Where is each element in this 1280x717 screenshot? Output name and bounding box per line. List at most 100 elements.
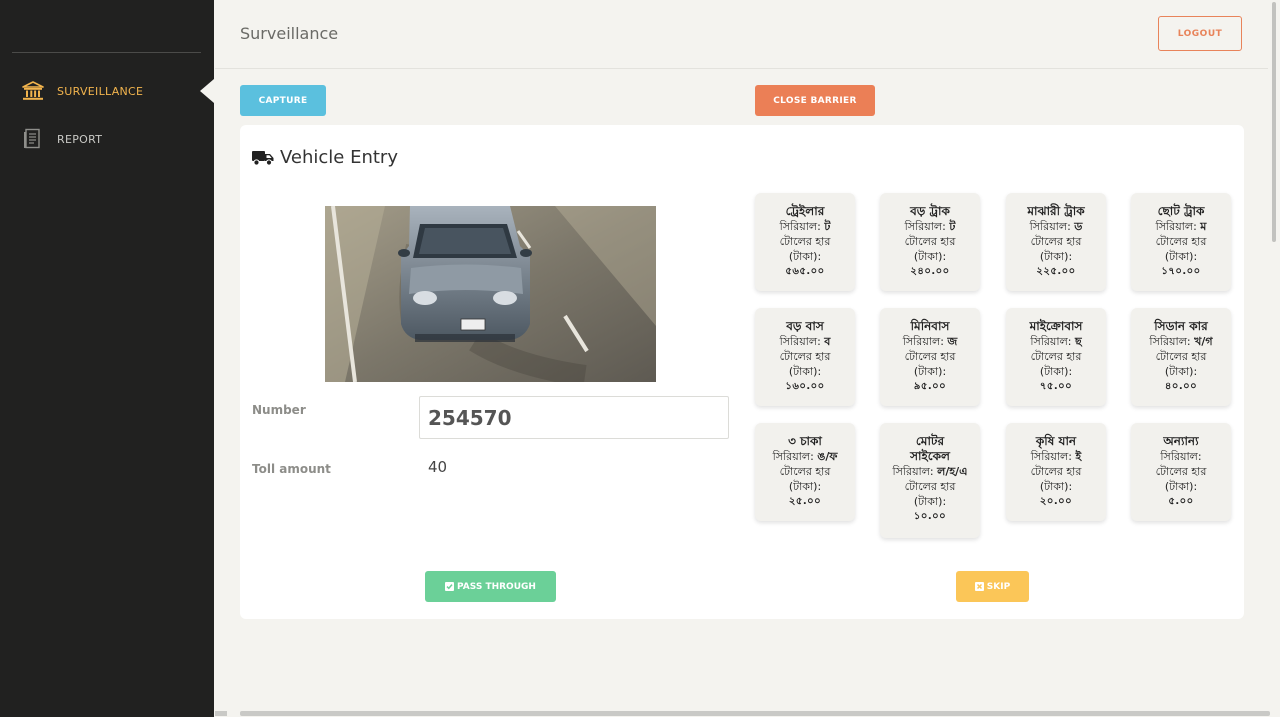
- rate-unit: (টাকা):: [1164, 250, 1198, 263]
- rate-label: টোলের হার: [779, 235, 831, 248]
- sidebar-item-surveillance[interactable]: SURVEILLANCE: [22, 80, 143, 102]
- rate-unit: (টাকা):: [913, 365, 947, 378]
- close-barrier-button[interactable]: CLOSE BARRIER: [755, 85, 875, 116]
- rate-label: টোলের হার: [779, 465, 831, 478]
- check-square-icon: [445, 582, 455, 591]
- vehicle-type-tile[interactable]: মাইক্রোবাস সিরিয়াল: ছ টোলের হার (টাকা):…: [1006, 308, 1106, 406]
- rate-amount: ২৪০.০০: [910, 266, 950, 277]
- rate-unit: (টাকা):: [913, 495, 947, 508]
- serial-code: ছ: [1075, 335, 1082, 348]
- vehicle-type-serial: সিরিয়াল: ল/হ/এ: [880, 464, 980, 479]
- vehicle-type-name: অন্যান্য: [1163, 434, 1199, 448]
- vehicle-type-tile[interactable]: বড় ট্রাক সিরিয়াল: ট টোলের হার (টাকা): …: [880, 193, 980, 291]
- toll-amount-label: Toll amount: [252, 462, 331, 476]
- close-square-icon: [974, 582, 984, 591]
- rate-amount: ৯৫.০০: [913, 381, 947, 392]
- skip-label: SKIP: [986, 581, 1011, 592]
- rate-amount: ৫৬৫.০০: [785, 266, 825, 277]
- vehicle-type-name: মাইক্রোবাস: [1029, 319, 1083, 333]
- rate-unit: (টাকা):: [788, 480, 822, 493]
- rate-label: টোলের হার: [904, 480, 956, 493]
- serial-prefix: সিরিয়াল:: [1030, 450, 1072, 463]
- rate-label: টোলের হার: [1030, 350, 1082, 363]
- vehicle-type-tile[interactable]: সিডান কার সিরিয়াল: খ/গ টোলের হার (টাকা)…: [1131, 308, 1231, 406]
- vehicle-type-name: কৃষি যান: [1035, 434, 1077, 448]
- vehicle-type-tile[interactable]: মিনিবাস সিরিয়াল: জ টোলের হার (টাকা): ৯৫…: [880, 308, 980, 406]
- sidebar: SURVEILLANCE REPORT: [0, 0, 214, 717]
- rate-label: টোলের হার: [1030, 465, 1082, 478]
- card-header: Vehicle Entry: [252, 147, 398, 168]
- vehicle-type-tile[interactable]: মাঝারী ট্রাক সিরিয়াল: ড টোলের হার (টাকা…: [1006, 193, 1106, 291]
- active-indicator: [200, 79, 214, 103]
- document-icon: [22, 128, 44, 150]
- vehicle-type-tile[interactable]: অন্যান্য সিরিয়াল: টোলের হার (টাকা): ৫.০…: [1131, 423, 1231, 521]
- serial-code: জ: [947, 335, 958, 348]
- rate-amount: ৪০.০০: [1164, 381, 1198, 392]
- serial-code: ল/হ/এ: [937, 465, 968, 478]
- serial-prefix: সিরিয়াল:: [1155, 220, 1197, 233]
- vehicle-type-name: বড় ট্রাক: [910, 204, 950, 218]
- number-label: Number: [252, 403, 306, 417]
- serial-prefix: সিরিয়াল:: [779, 220, 821, 233]
- serial-prefix: সিরিয়াল:: [1030, 335, 1072, 348]
- rate-amount: ২০.০০: [1039, 496, 1073, 507]
- rate-label: টোলের হার: [779, 350, 831, 363]
- vehicle-type-tile[interactable]: কৃষি যান সিরিয়াল: ই টোলের হার (টাকা): ২…: [1006, 423, 1106, 521]
- rate-unit: (টাকা):: [1039, 250, 1073, 263]
- serial-code: ড: [1074, 220, 1083, 233]
- capture-button[interactable]: CAPTURE: [240, 85, 326, 116]
- serial-prefix: সিরিয়াল:: [892, 465, 934, 478]
- serial-prefix: সিরিয়াল:: [772, 450, 814, 463]
- rate-label: টোলের হার: [1155, 465, 1207, 478]
- vehicle-capture-image: [325, 206, 656, 382]
- horizontal-scrollbar-arrow[interactable]: [215, 711, 227, 716]
- number-input[interactable]: [419, 396, 729, 439]
- vehicle-type-serial: সিরিয়াল: ই: [1006, 449, 1106, 464]
- rate-unit: (টাকা):: [788, 250, 822, 263]
- rate-label: টোলের হার: [1030, 235, 1082, 248]
- bank-icon: [22, 80, 44, 102]
- serial-code: ঙ/ফ: [817, 450, 838, 463]
- vehicle-type-serial: সিরিয়াল: ম: [1131, 219, 1231, 234]
- vehicle-type-serial: সিরিয়াল:: [1131, 449, 1231, 464]
- rate-amount: ১৭০.০০: [1161, 266, 1201, 277]
- skip-button[interactable]: SKIP: [956, 571, 1029, 602]
- rate-amount: ২৫.০০: [788, 496, 822, 507]
- vehicle-type-serial: সিরিয়াল: ট: [755, 219, 855, 234]
- vehicle-type-grid: ট্রেইলার সিরিয়াল: ট টোলের হার (টাকা): ৫…: [755, 193, 1231, 543]
- serial-prefix: সিরিয়াল:: [1029, 220, 1071, 233]
- horizontal-scrollbar[interactable]: [240, 711, 1270, 716]
- serial-code: ম: [1200, 220, 1207, 233]
- serial-code: ব: [824, 335, 831, 348]
- vehicle-type-tile[interactable]: ট্রেইলার সিরিয়াল: ট টোলের হার (টাকা): ৫…: [755, 193, 855, 291]
- page-title: Surveillance: [240, 24, 339, 43]
- vehicle-type-serial: সিরিয়াল: ব: [755, 334, 855, 349]
- vehicle-type-serial: সিরিয়াল: জ: [880, 334, 980, 349]
- pass-through-button[interactable]: PASS THROUGH: [425, 571, 556, 602]
- sidebar-item-label: REPORT: [57, 132, 103, 146]
- logout-button[interactable]: LOGOUT: [1158, 16, 1242, 51]
- vehicle-type-tile[interactable]: ৩ চাকা সিরিয়াল: ঙ/ফ টোলের হার (টাকা): ২…: [755, 423, 855, 521]
- sidebar-item-report[interactable]: REPORT: [22, 128, 102, 150]
- rate-amount: ১০.০০: [913, 511, 947, 522]
- vehicle-type-tile[interactable]: বড় বাস সিরিয়াল: ব টোলের হার (টাকা): ১৬…: [755, 308, 855, 406]
- vehicle-type-name: সিডান কার: [1154, 319, 1208, 333]
- vehicle-type-tile[interactable]: মোটর সাইকেল সিরিয়াল: ল/হ/এ টোলের হার (ট…: [880, 423, 980, 538]
- serial-code: খ/গ: [1194, 335, 1213, 348]
- vehicle-type-name: ট্রেইলার: [785, 204, 825, 218]
- vehicle-type-serial: সিরিয়াল: ঙ/ফ: [755, 449, 855, 464]
- rate-amount: ১৬০.০০: [785, 381, 825, 392]
- truck-icon: [252, 150, 274, 166]
- vehicle-type-tile[interactable]: ছোট ট্রাক সিরিয়াল: ম টোলের হার (টাকা): …: [1131, 193, 1231, 291]
- header-divider: [215, 68, 1268, 69]
- vehicle-type-name: ৩ চাকা: [788, 434, 822, 448]
- vertical-scrollbar[interactable]: [1268, 0, 1280, 717]
- card-title: Vehicle Entry: [280, 147, 398, 168]
- rate-unit: (টাকা):: [1164, 365, 1198, 378]
- sidebar-item-label: SURVEILLANCE: [57, 84, 144, 98]
- scrollbar-thumb[interactable]: [1272, 2, 1276, 242]
- rate-unit: (টাকা):: [788, 365, 822, 378]
- serial-prefix: সিরিয়াল:: [1149, 335, 1191, 348]
- toll-amount-value: 40: [428, 458, 448, 476]
- vehicle-type-name: মিনিবাস: [910, 319, 950, 333]
